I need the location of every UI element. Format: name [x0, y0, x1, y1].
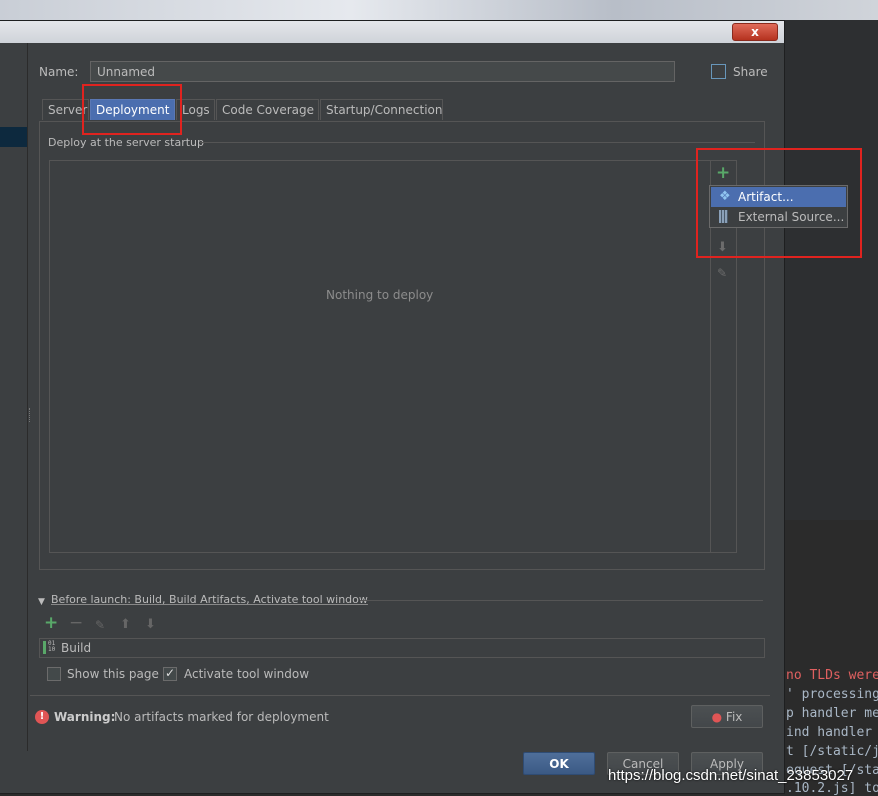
move-down-task-icon[interactable]: ⬇ — [145, 618, 156, 632]
highlight-add-menu — [696, 148, 862, 258]
section-divider — [200, 142, 755, 143]
fix-button[interactable]: ● Fix — [691, 705, 763, 728]
editor-background — [785, 20, 878, 670]
share-label: Share — [733, 65, 768, 79]
build-icon: 01 10 — [43, 641, 56, 654]
edit-icon[interactable]: ✎ — [717, 266, 727, 280]
footer-divider — [30, 695, 770, 696]
close-button[interactable]: x — [732, 23, 778, 41]
tab-startup-connection[interactable]: Startup/Connection — [320, 99, 443, 120]
name-field[interactable]: Unnamed — [90, 61, 675, 82]
share-checkbox[interactable] — [711, 64, 726, 79]
remove-task-icon[interactable]: − — [69, 615, 83, 632]
before-launch-divider — [360, 600, 763, 601]
console-line: ' processing — [786, 687, 878, 702]
activate-tool-window-checkbox[interactable]: ✓ — [163, 666, 177, 681]
console-line: ind handler — [786, 725, 873, 740]
console-line: t [/static/j — [786, 744, 878, 759]
tab-code-coverage[interactable]: Code Coverage — [216, 99, 319, 120]
warning-icon: ! — [35, 710, 49, 724]
deploy-list[interactable] — [49, 160, 737, 553]
show-this-page-checkbox[interactable] — [47, 667, 61, 681]
splitter-handle[interactable] — [29, 408, 32, 422]
configurations-tree[interactable] — [0, 43, 30, 751]
deploy-section-label: Deploy at the server startup — [48, 136, 205, 149]
show-this-page-label: Show this page — [67, 667, 159, 681]
before-launch-task-list[interactable] — [39, 638, 765, 658]
warning-title: Warning: — [54, 710, 116, 724]
name-label: Name: — [39, 65, 79, 79]
console-line: no TLDs were — [786, 668, 878, 683]
edit-task-icon[interactable]: ✎ — [95, 618, 105, 632]
task-build-label: Build — [61, 641, 92, 655]
checkmark-icon: ✓ — [165, 666, 176, 680]
ok-button[interactable]: OK — [523, 752, 595, 775]
desktop-background — [0, 0, 878, 20]
run-configuration-dialog: x Name: Unnamed Share Server Deployment … — [0, 20, 848, 794]
selected-configuration[interactable] — [0, 127, 27, 147]
before-launch-label[interactable]: Before launch: Build, Build Artifacts, A… — [51, 593, 368, 606]
add-task-icon[interactable]: + — [44, 615, 58, 632]
console-line: p handler me — [786, 706, 878, 721]
watermark-text: https://blog.csdn.net/sinat_23853027 — [608, 767, 854, 784]
move-up-icon[interactable]: ⬆ — [120, 618, 131, 632]
dialog-titlebar: x — [0, 21, 784, 43]
fix-bulb-icon: ● — [711, 710, 723, 724]
empty-list-text: Nothing to deploy — [326, 288, 434, 302]
highlight-deployment-tab — [82, 84, 182, 135]
warning-text: No artifacts marked for deployment — [114, 710, 329, 724]
activate-tool-window-label: Activate tool window — [184, 667, 310, 681]
collapse-triangle-icon[interactable]: ▼ — [38, 595, 45, 609]
